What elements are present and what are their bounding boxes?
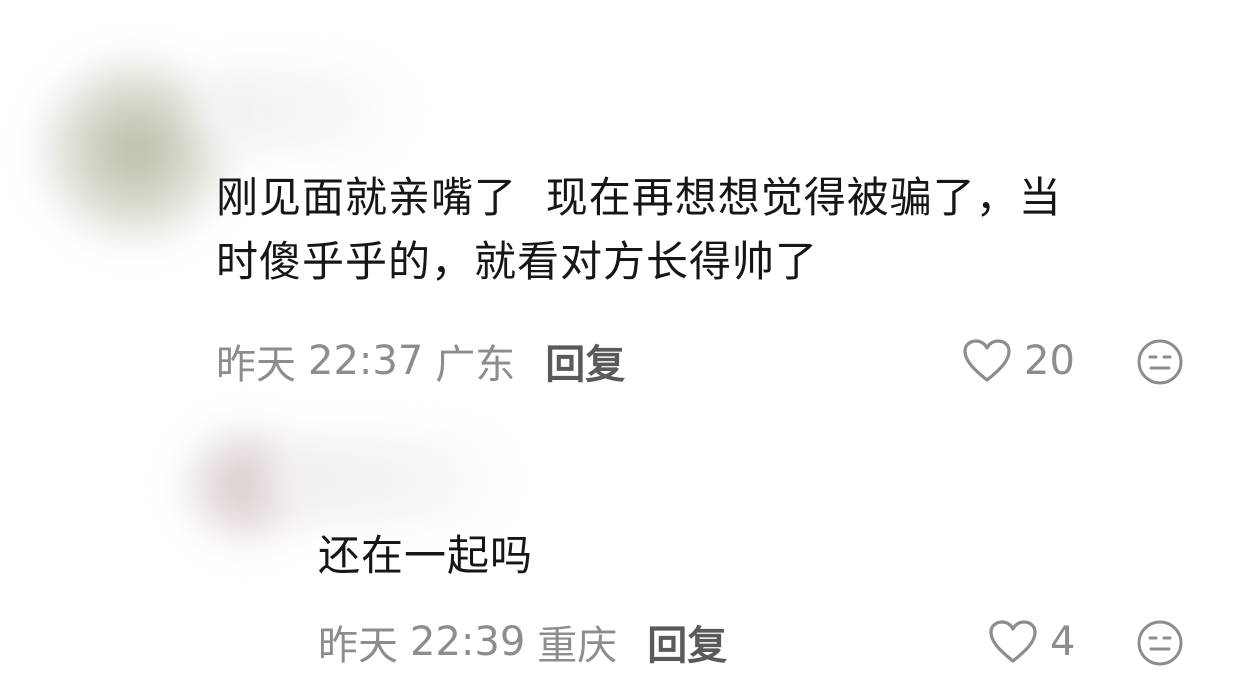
comment-meta: 昨天 22:37 广东 回复 <box>216 333 625 389</box>
username[interactable] <box>200 70 410 150</box>
comment-location: 重庆 <box>537 623 618 669</box>
comment-text-line-2: 时傻乎乎的，就看对方长得帅了 <box>216 237 819 286</box>
like-button[interactable]: 20 <box>962 333 1075 389</box>
comment-time: 22:39 <box>410 619 526 665</box>
reply-button[interactable]: 回复 <box>545 332 625 390</box>
heart-outline-icon <box>989 620 1037 663</box>
like-button[interactable]: 4 <box>988 614 1075 670</box>
like-count: 20 <box>1024 338 1075 384</box>
heart-outline-icon <box>963 339 1011 382</box>
meh-face-icon <box>1137 339 1183 385</box>
dislike-button[interactable] <box>1136 619 1184 671</box>
comment-date: 昨天 <box>318 623 398 669</box>
reply-button[interactable]: 回复 <box>647 613 727 671</box>
comment-date: 昨天 <box>216 342 296 388</box>
username[interactable] <box>270 440 510 520</box>
meh-face-icon <box>1137 620 1183 666</box>
like-count: 4 <box>1050 619 1076 665</box>
comment-meta: 昨天 22:39 重庆 回复 <box>318 614 727 670</box>
comment-text-line-1: 刚见面就亲嘴了 现在再想想觉得被骗了，当 <box>216 173 1062 222</box>
comment-text: 还在一起吗 <box>318 524 1118 588</box>
comment-text: 刚见面就亲嘴了 现在再想想觉得被骗了，当 时傻乎乎的，就看对方长得帅了 <box>216 166 1226 294</box>
comment-location: 广东 <box>435 342 516 388</box>
dislike-button[interactable] <box>1136 338 1184 390</box>
comment-text-line-1: 还在一起吗 <box>318 531 534 580</box>
avatar[interactable] <box>40 60 230 240</box>
comment-time: 22:37 <box>308 338 424 384</box>
